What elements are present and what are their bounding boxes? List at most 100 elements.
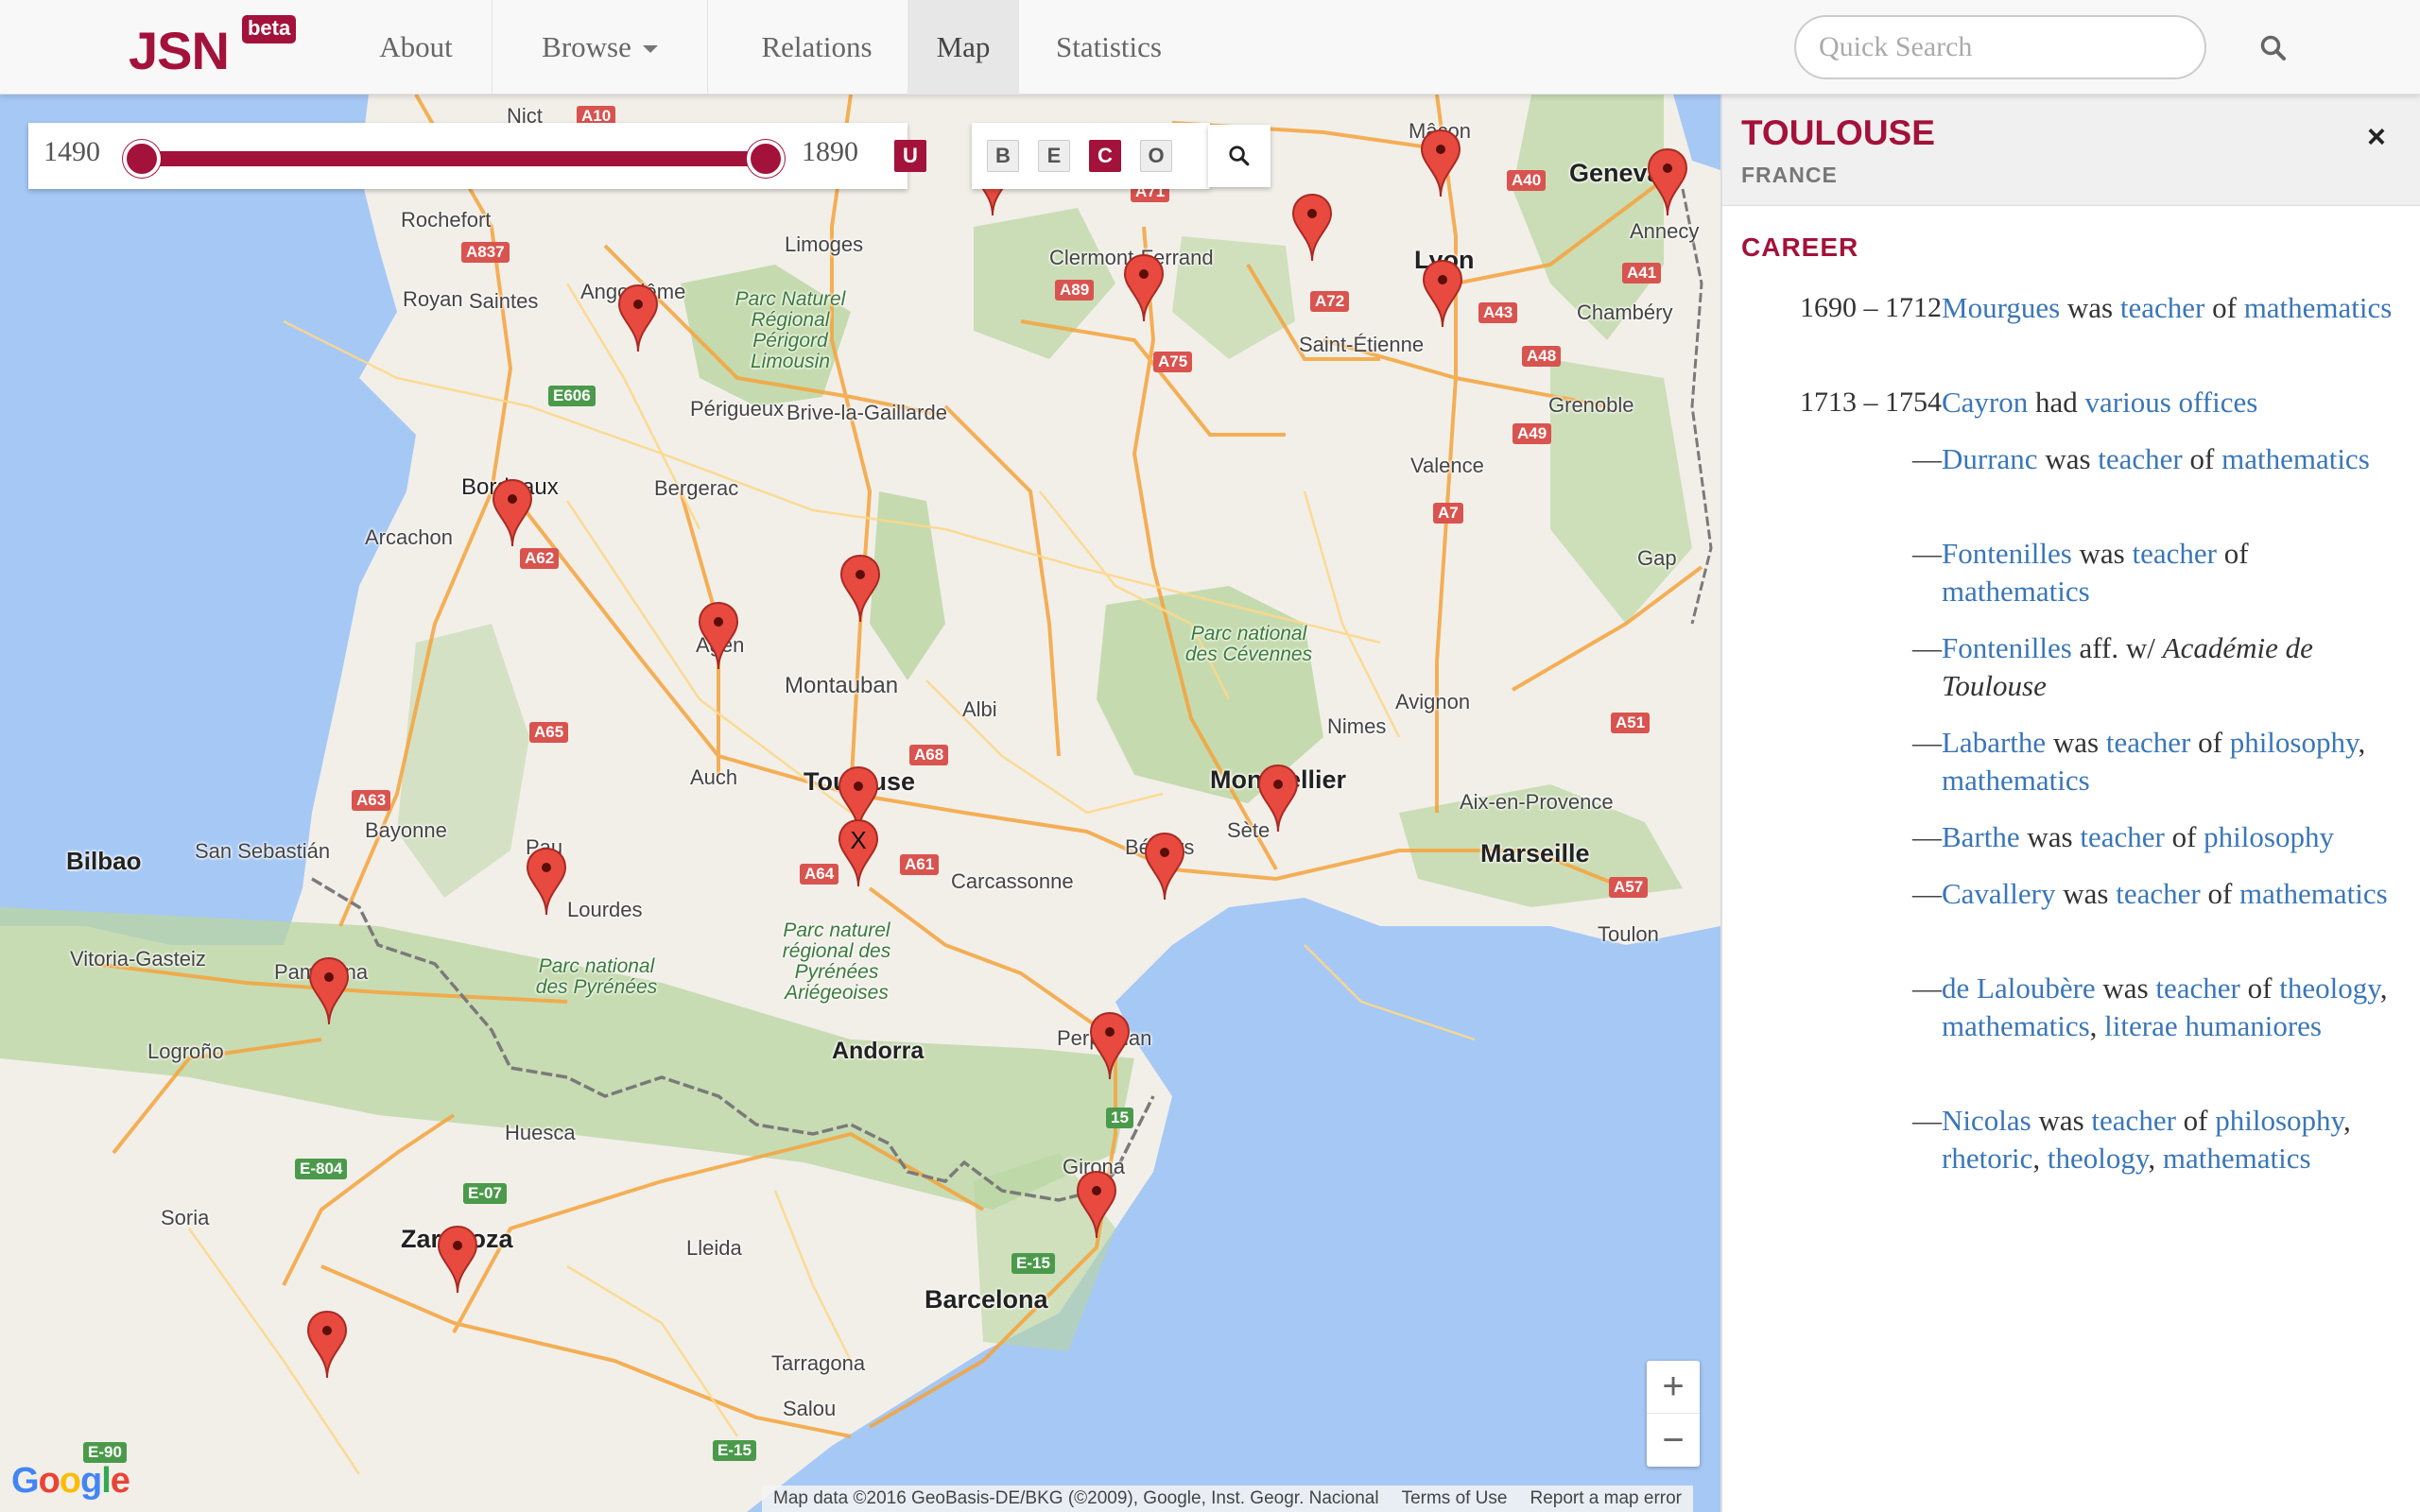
- nav-about[interactable]: About: [340, 0, 492, 94]
- career-link[interactable]: mathematics: [2221, 442, 2370, 475]
- brand-logo[interactable]: JSN beta: [129, 15, 297, 81]
- career-link[interactable]: mathematics: [2244, 291, 2393, 324]
- career-link[interactable]: teacher: [2155, 971, 2239, 1005]
- career-link[interactable]: teacher: [2120, 291, 2204, 324]
- career-link[interactable]: mathematics: [1942, 1009, 2090, 1042]
- map-canvas[interactable]: Rochefort Royan Saintes Angoulême Limoge…: [0, 94, 1720, 1512]
- zoom-out-button[interactable]: −: [1647, 1414, 1700, 1467]
- career-link[interactable]: de Laloubère: [1942, 971, 2096, 1005]
- road-shield: A75: [1153, 352, 1193, 372]
- career-link[interactable]: theology: [2279, 971, 2379, 1005]
- career-link[interactable]: various offices: [2085, 386, 2258, 419]
- road-shield: A43: [1478, 302, 1518, 323]
- career-link[interactable]: Cavallery: [1942, 877, 2056, 910]
- career-link[interactable]: philosophy: [2230, 726, 2359, 759]
- career-text: Cayron had various offices: [1942, 386, 2258, 419]
- career-link[interactable]: Cayron: [1942, 386, 2028, 419]
- terms-link[interactable]: Terms of Use: [1391, 1488, 1519, 1509]
- map-marker[interactable]: [838, 554, 882, 624]
- nav-browse-label: Browse: [542, 30, 631, 63]
- nav-statistics[interactable]: Statistics: [1028, 0, 1189, 94]
- nav-browse-dropdown[interactable]: Browse: [493, 0, 707, 94]
- map-attribution: Map data ©2016 GeoBasis-DE/BKG (©2009), …: [762, 1486, 1693, 1512]
- close-icon[interactable]: ×: [2367, 119, 2386, 156]
- brand-name[interactable]: JSN: [129, 23, 230, 79]
- map-pin-icon: [1076, 1170, 1117, 1239]
- map-marker[interactable]: [436, 1225, 479, 1295]
- road-shield: E-90: [83, 1442, 127, 1463]
- timeline-track[interactable]: [142, 151, 766, 166]
- map-marker[interactable]: [1646, 147, 1689, 217]
- quick-search-input[interactable]: [1794, 15, 2206, 79]
- map-marker-selected[interactable]: X: [837, 818, 880, 888]
- map-marker[interactable]: [1256, 764, 1300, 833]
- map-marker[interactable]: [1122, 253, 1166, 323]
- map-marker[interactable]: [1290, 193, 1334, 263]
- filter-o-button[interactable]: O: [1140, 140, 1172, 172]
- place-title: TOULOUSE: [1741, 113, 1935, 152]
- road-shield: A68: [909, 745, 949, 765]
- map-marker[interactable]: [525, 847, 568, 917]
- career-link[interactable]: theology: [2048, 1142, 2148, 1175]
- zoom-control: + −: [1647, 1361, 1700, 1467]
- career-link[interactable]: mathematics: [1942, 764, 2090, 797]
- map-marker[interactable]: [1419, 129, 1462, 198]
- city-label: Vitoria-Gasteiz: [70, 947, 206, 971]
- map-search-button[interactable]: [1208, 125, 1270, 187]
- career-link[interactable]: Mourgues: [1942, 291, 2060, 324]
- timeline-start-handle[interactable]: [123, 140, 161, 178]
- career-link[interactable]: teacher: [2098, 442, 2182, 475]
- career-link[interactable]: teacher: [2080, 820, 2164, 853]
- map-pin-icon: [526, 847, 567, 916]
- road-shield: A64: [800, 864, 839, 885]
- career-link[interactable]: mathematics: [1942, 575, 2090, 608]
- google-logo[interactable]: Google: [11, 1461, 130, 1502]
- nav-relations[interactable]: Relations: [734, 0, 900, 94]
- map-pin-icon: [306, 1310, 348, 1379]
- city-label: Bilbao: [66, 847, 142, 875]
- city-label: Tarragona: [771, 1351, 866, 1375]
- career-link[interactable]: teacher: [2116, 877, 2200, 910]
- career-text: Nicolas was teacher of philosophy, rheto…: [1942, 1104, 2351, 1175]
- map-marker[interactable]: [305, 1310, 349, 1380]
- city-label: Grenoble: [1548, 393, 1634, 417]
- career-link[interactable]: Durranc: [1942, 442, 2038, 475]
- map-marker[interactable]: [616, 284, 660, 353]
- map-marker[interactable]: [1421, 259, 1464, 329]
- filter-c-button[interactable]: C: [1089, 140, 1121, 172]
- filter-b-button[interactable]: B: [987, 140, 1019, 172]
- zoom-in-button[interactable]: +: [1647, 1361, 1700, 1414]
- filter-e-button[interactable]: E: [1038, 140, 1070, 172]
- career-link[interactable]: teacher: [2106, 726, 2190, 759]
- map-marker[interactable]: [1075, 1170, 1118, 1240]
- map-marker[interactable]: [1143, 832, 1186, 902]
- career-link[interactable]: mathematics: [2239, 877, 2388, 910]
- map-marker[interactable]: [697, 601, 740, 671]
- career-link[interactable]: philosophy: [2204, 820, 2334, 853]
- report-error-link[interactable]: Report a map error: [1518, 1488, 1693, 1509]
- search-button[interactable]: [2250, 25, 2297, 72]
- map-pin-icon: [839, 554, 881, 623]
- map-marker[interactable]: [491, 478, 534, 548]
- career-link[interactable]: literae humaniores: [2104, 1009, 2322, 1042]
- career-link[interactable]: rhetoric: [1942, 1142, 2032, 1175]
- city-label: Limoges: [785, 232, 864, 256]
- career-link[interactable]: Fontenilles: [1942, 631, 2072, 664]
- career-link[interactable]: Fontenilles: [1942, 537, 2072, 570]
- map-marker[interactable]: [1088, 1011, 1132, 1081]
- nav-map[interactable]: Map: [908, 0, 1019, 94]
- career-link[interactable]: Barthe: [1942, 820, 2020, 853]
- career-link[interactable]: mathematics: [2163, 1142, 2311, 1175]
- timeline-slider[interactable]: 1490 1890 U: [28, 123, 926, 189]
- career-link[interactable]: philosophy: [2215, 1104, 2343, 1137]
- map-marker[interactable]: [307, 956, 351, 1026]
- career-link[interactable]: Nicolas: [1942, 1104, 2031, 1137]
- city-label: Saintes: [469, 289, 539, 313]
- place-detail-panel: TOULOUSE FRANCE × CAREER 1690 – 1712 Mour…: [1720, 94, 2420, 1512]
- career-link[interactable]: Labarthe: [1942, 726, 2046, 759]
- nav-about-label: About: [379, 30, 453, 63]
- timeline-end-handle[interactable]: [747, 140, 785, 178]
- career-link[interactable]: teacher: [2133, 537, 2217, 570]
- career-link[interactable]: teacher: [2091, 1104, 2175, 1137]
- filter-u-button[interactable]: U: [894, 140, 926, 172]
